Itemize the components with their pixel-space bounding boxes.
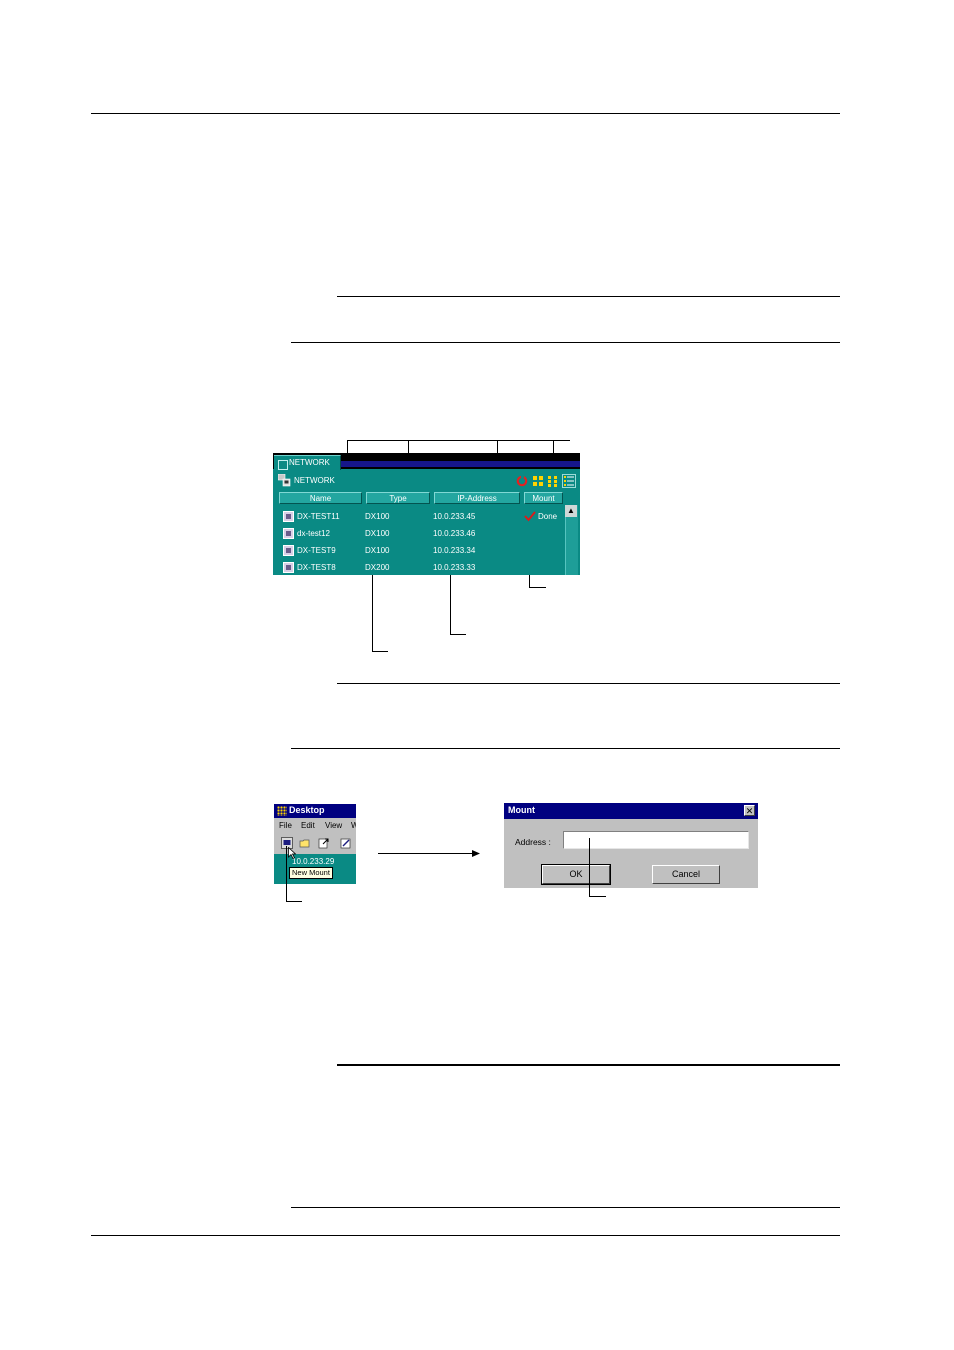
table-row[interactable]: DX-TEST11 DX100 10.0.233.45 Done (273, 509, 563, 526)
tab-network-label: NETWORK (289, 458, 330, 467)
cancel-button[interactable]: Cancel (652, 865, 720, 884)
section-rule-2a (337, 683, 840, 684)
network-window: NETWORK NETWORK Name Type IP-Address Mou… (273, 453, 580, 575)
small-icons-view-icon[interactable] (547, 475, 559, 487)
mount-dialog: Mount ✕ Address : OK Cancel (504, 803, 758, 888)
device-icon (283, 545, 294, 556)
row-mount-status: Done (538, 512, 558, 521)
scroll-up-button[interactable]: ▲ (565, 505, 577, 517)
address-label: Address : (515, 837, 551, 847)
row-ip: 10.0.233.45 (433, 512, 476, 521)
export-icon[interactable] (318, 837, 330, 849)
section-rule-3b (291, 1207, 840, 1208)
table-row[interactable]: DX-TEST8 DX200 10.0.233.33 (273, 560, 563, 575)
row-ip: 10.0.233.34 (433, 546, 476, 555)
network-tree-icon (278, 474, 291, 487)
row-name: DX-TEST11 (297, 512, 340, 521)
app-grid-icon (277, 806, 287, 816)
refresh-icon[interactable] (516, 475, 528, 487)
tab-network[interactable]: NETWORK (274, 455, 341, 470)
row-name: DX-TEST9 (297, 546, 336, 555)
mounted-address[interactable]: 10.0.233.29 (292, 857, 334, 866)
row-type: DX100 (365, 546, 390, 555)
open-folder-icon[interactable] (299, 837, 311, 849)
arrow-head-icon (472, 850, 480, 857)
network-title-stripe (341, 461, 580, 467)
device-icon (283, 511, 294, 522)
menu-window[interactable]: W (351, 821, 356, 830)
properties-icon[interactable] (340, 837, 352, 849)
row-type: DX100 (365, 529, 390, 538)
page-top-rule (91, 113, 840, 114)
table-row[interactable]: dx-test12 DX100 10.0.233.46 (273, 526, 563, 543)
network-tree-label: NETWORK (294, 476, 335, 485)
section-rule-3a (337, 1064, 840, 1066)
checkmark-icon (524, 511, 536, 522)
desktop-title-bar: Desktop (274, 804, 356, 818)
row-name: DX-TEST8 (297, 563, 336, 572)
mouse-pointer-icon (288, 847, 296, 859)
table-row[interactable]: DX-TEST9 DX100 10.0.233.34 (273, 543, 563, 560)
menu-file[interactable]: File (279, 821, 292, 830)
section-rule-2b (291, 748, 840, 749)
address-input[interactable] (563, 831, 749, 849)
row-type: DX100 (365, 512, 390, 521)
device-icon (283, 562, 294, 573)
large-icons-view-icon[interactable] (532, 475, 544, 487)
close-icon[interactable]: ✕ (744, 805, 755, 816)
column-header-type[interactable]: Type (366, 492, 430, 504)
menu-edit[interactable]: Edit (301, 821, 315, 830)
mount-title: Mount (508, 805, 535, 815)
device-icon (283, 528, 294, 539)
row-ip: 10.0.233.46 (433, 529, 476, 538)
row-type: DX200 (365, 563, 390, 572)
column-header-mount[interactable]: Mount (524, 492, 563, 504)
section-rule-1b (291, 342, 840, 343)
desktop-title: Desktop (289, 805, 325, 815)
ok-button[interactable]: OK (541, 864, 611, 885)
row-ip: 10.0.233.33 (433, 563, 476, 572)
menu-view[interactable]: View (325, 821, 342, 830)
page-bottom-rule (91, 1235, 840, 1236)
new-mount-tooltip: New Mount (289, 867, 333, 879)
tab-checkbox-icon (278, 460, 288, 470)
row-name: dx-test12 (297, 529, 330, 538)
column-header-name[interactable]: Name (279, 492, 362, 504)
mount-title-bar: Mount ✕ (504, 803, 758, 819)
section-rule-1a (337, 296, 840, 297)
details-view-icon[interactable] (562, 474, 576, 488)
column-header-ip-address[interactable]: IP-Address (434, 492, 520, 504)
